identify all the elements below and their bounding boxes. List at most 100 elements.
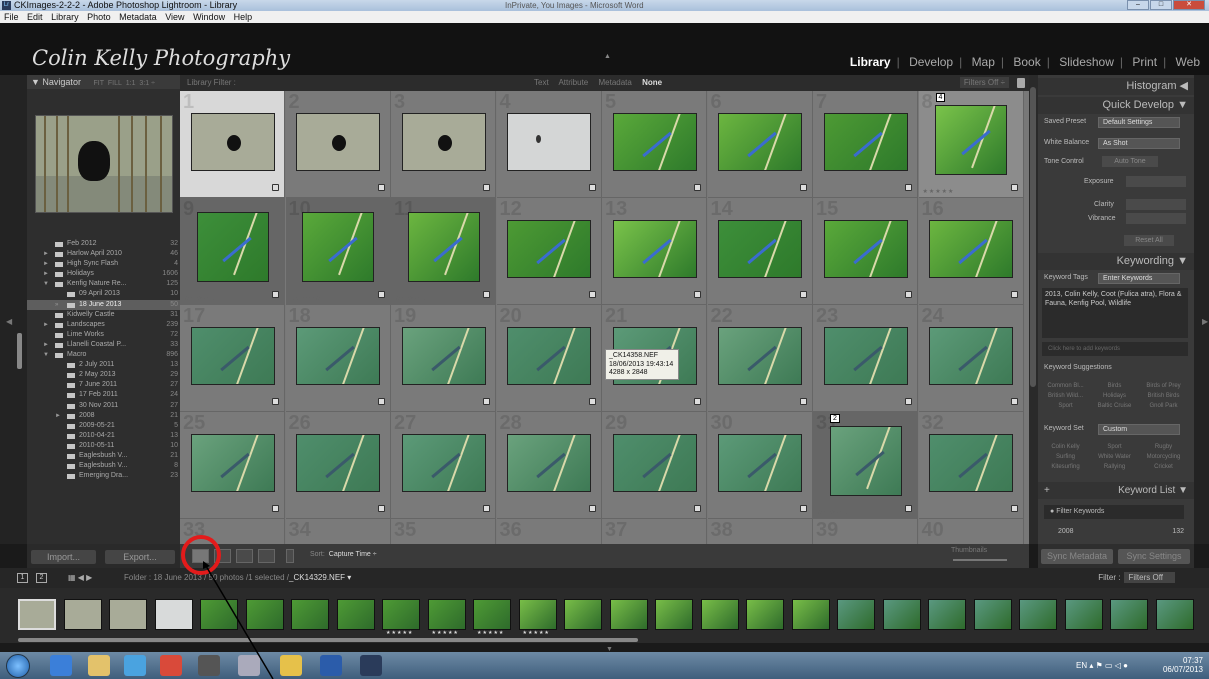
- filmstrip-thumbnail[interactable]: [564, 599, 602, 630]
- folder-disclosure-icon[interactable]: ►: [43, 269, 49, 279]
- photo-thumbnail[interactable]: [296, 434, 381, 492]
- close-button[interactable]: ✕: [1173, 0, 1205, 10]
- filmstrip-thumbnail[interactable]: [109, 599, 147, 630]
- grid-cell[interactable]: 26: [285, 412, 391, 519]
- filmstrip-thumbnail[interactable]: [154, 599, 193, 630]
- grid-cell[interactable]: 24: [918, 305, 1024, 412]
- exposure-buttons[interactable]: [1126, 176, 1186, 187]
- module-library[interactable]: Library: [850, 55, 891, 69]
- maximize-button[interactable]: □: [1150, 0, 1172, 10]
- grid-cell[interactable]: 11 ★★★★★: [391, 198, 496, 305]
- navigator-preview[interactable]: [35, 115, 173, 213]
- module-map[interactable]: Map: [972, 55, 995, 69]
- metadata-badge-icon[interactable]: [905, 398, 912, 405]
- filmstrip-thumbnail[interactable]: [245, 599, 284, 630]
- metadata-badge-icon[interactable]: [1010, 505, 1018, 512]
- photo-thumbnail[interactable]: [190, 113, 275, 171]
- painter-icon[interactable]: [286, 549, 294, 563]
- photo-thumbnail[interactable]: [507, 113, 592, 171]
- nav-fit[interactable]: FIT: [93, 80, 104, 87]
- app-icon[interactable]: [198, 655, 220, 676]
- folder-disclosure-icon[interactable]: »: [55, 300, 58, 310]
- photo-thumbnail[interactable]: [296, 113, 381, 171]
- keyword-chip[interactable]: British Wild...: [1041, 391, 1090, 401]
- filters-off-dropdown[interactable]: Filters Off ÷: [959, 77, 1009, 88]
- star-rating[interactable]: ★★★★★: [184, 295, 216, 302]
- sort-control[interactable]: Sort: Capture Time ÷: [310, 551, 377, 558]
- metadata-badge-icon[interactable]: [799, 184, 807, 191]
- folder-disclosure-icon[interactable]: ►: [55, 411, 61, 421]
- nav-3-1[interactable]: 3:1: [139, 80, 149, 87]
- metadata-badge-icon[interactable]: [799, 505, 807, 512]
- filmstrip-thumbnail[interactable]: [928, 599, 966, 630]
- metadata-badge-icon[interactable]: [483, 184, 490, 191]
- right-panel-toggle-icon[interactable]: ▶: [1202, 317, 1208, 326]
- photo-thumbnail[interactable]: [190, 327, 275, 385]
- navigator-header[interactable]: ▼ Navigator FIT FILL 1:1 3:1 ÷: [27, 75, 180, 89]
- metadata-badge-icon[interactable]: [377, 505, 385, 512]
- folder-disclosure-icon[interactable]: ►: [43, 320, 49, 330]
- module-develop[interactable]: Develop: [909, 55, 953, 69]
- folder-item[interactable]: ▼ Kenfig Nature Re... 125: [27, 279, 180, 289]
- media-player-icon[interactable]: [124, 655, 146, 676]
- grid-cell[interactable]: 37: [602, 519, 707, 544]
- grid-cell[interactable]: 8 ★★★★★ 4: [918, 91, 1024, 198]
- filmstrip-thumbnail[interactable]: [655, 599, 693, 630]
- folder-item[interactable]: Eaglesbush V... 8: [27, 461, 180, 471]
- photo-thumbnail[interactable]: [407, 212, 480, 282]
- photo-thumbnail[interactable]: [718, 220, 803, 278]
- grid-scrollbar[interactable]: [1029, 75, 1038, 544]
- sort-value[interactable]: Capture Time ÷: [329, 551, 377, 558]
- keyword-chip[interactable]: White Water: [1090, 452, 1139, 462]
- photo-thumbnail[interactable]: [718, 327, 803, 385]
- grid-cell[interactable]: 2: [285, 91, 391, 198]
- metadata-badge-icon[interactable]: [588, 291, 596, 298]
- photo-thumbnail[interactable]: [829, 426, 902, 496]
- folder-item[interactable]: 30 Nov 2011 27: [27, 401, 180, 411]
- secondary-window-button[interactable]: 2: [36, 573, 47, 583]
- explorer-icon[interactable]: [88, 655, 110, 676]
- filmstrip-thumbnail[interactable]: [837, 599, 875, 630]
- grid-cell[interactable]: 13: [602, 198, 707, 305]
- keyword-tags-field[interactable]: 2013, Colin Kelly, Coot (Fulica atra), F…: [1042, 288, 1188, 338]
- grid-cell[interactable]: 39: [813, 519, 918, 544]
- grid-cell[interactable]: 29: [602, 412, 707, 519]
- folder-item[interactable]: ► High Sync Flash 4: [27, 259, 180, 269]
- metadata-badge-icon[interactable]: [905, 184, 912, 191]
- grid-cell[interactable]: 1: [180, 91, 285, 198]
- photo-thumbnail[interactable]: [718, 113, 803, 171]
- grid-cell[interactable]: 16: [918, 198, 1024, 305]
- metadata-badge-icon[interactable]: [799, 398, 807, 405]
- folder-item[interactable]: ► Holidays 1606: [27, 269, 180, 279]
- filmstrip-thumbnail[interactable]: [609, 599, 648, 630]
- filter-keywords-field[interactable]: ● Filter Keywords: [1044, 505, 1184, 519]
- keyword-chip[interactable]: Holidays: [1090, 391, 1139, 401]
- metadata-badge-icon[interactable]: [483, 291, 490, 298]
- filmstrip-thumbnail[interactable]: [700, 599, 739, 630]
- photo-thumbnail[interactable]: [507, 434, 592, 492]
- menu-edit[interactable]: Edit: [27, 12, 43, 22]
- grid-cell[interactable]: 40: [918, 519, 1024, 544]
- keyword-chip[interactable]: Gnoll Park: [1139, 401, 1188, 411]
- grid-cell[interactable]: 18: [285, 305, 391, 412]
- clarity-buttons[interactable]: [1126, 199, 1186, 210]
- compare-view-icon[interactable]: [236, 549, 253, 563]
- keywording-header[interactable]: Keywording ▼: [1038, 253, 1194, 270]
- folder-disclosure-icon[interactable]: ►: [43, 249, 49, 259]
- keyword-chip[interactable]: Sport: [1090, 442, 1139, 452]
- keyword-list-header[interactable]: + Keyword List ▼: [1038, 482, 1194, 499]
- photo-thumbnail[interactable]: [612, 113, 697, 171]
- folder-item[interactable]: 2010-04-21 13: [27, 431, 180, 441]
- folder-item[interactable]: 2010-05-11 10: [27, 441, 180, 451]
- folder-item[interactable]: ► 2008 21: [27, 411, 180, 421]
- folder-disclosure-icon[interactable]: ►: [43, 259, 49, 269]
- keyword-chip[interactable]: Rallying: [1090, 462, 1139, 472]
- photo-thumbnail[interactable]: [612, 434, 697, 492]
- grid-cell[interactable]: 14: [707, 198, 813, 305]
- photo-thumbnail[interactable]: [507, 220, 592, 278]
- survey-view-icon[interactable]: [258, 549, 275, 563]
- photo-thumbnail[interactable]: [935, 105, 1008, 175]
- grid-cell[interactable]: 32: [918, 412, 1024, 519]
- keyword-chip[interactable]: Common Bl...: [1041, 381, 1090, 391]
- white-balance-select[interactable]: As Shot: [1098, 138, 1180, 149]
